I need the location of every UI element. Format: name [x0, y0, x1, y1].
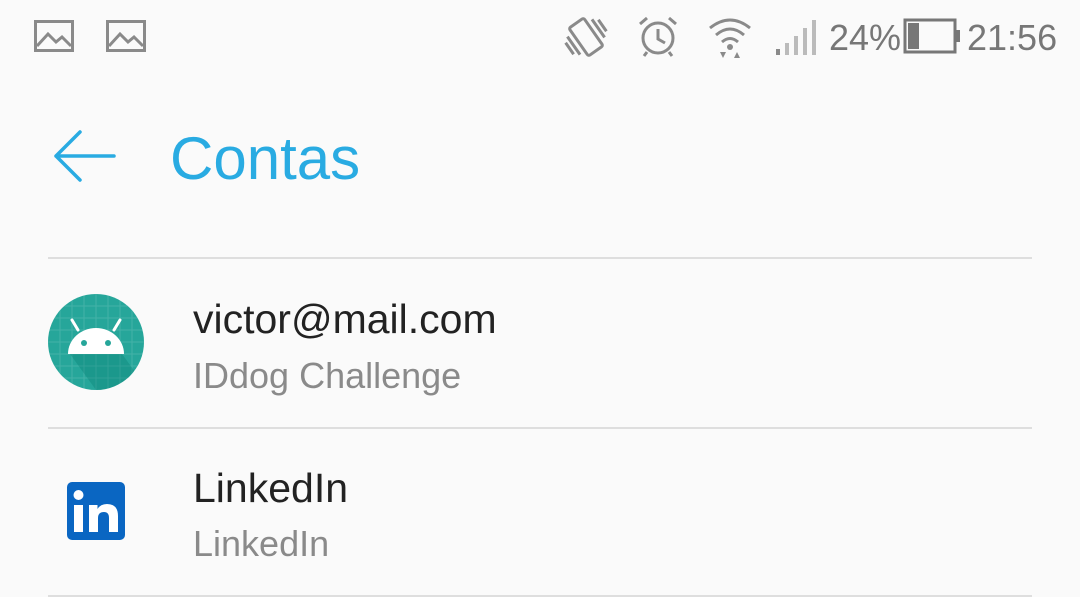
account-title: LinkedIn: [193, 465, 349, 511]
vibrate-icon: [564, 17, 608, 57]
linkedin-icon: [67, 482, 125, 540]
image-icon: [106, 20, 146, 52]
battery-icon: [903, 18, 960, 54]
alarm-icon: [639, 16, 677, 57]
account-item-linkedin[interactable]: LinkedIn LinkedIn: [0, 429, 1080, 597]
signal-icon: [776, 20, 816, 55]
screen: 24% 21:56 Contas victor@mail.com IDdog C…: [0, 0, 1080, 597]
battery-percent: 24%: [829, 17, 902, 58]
image-icon: [34, 20, 74, 52]
android-icon: [48, 294, 144, 390]
account-subtitle: IDdog Challenge: [193, 355, 462, 396]
account-subtitle: LinkedIn: [193, 523, 330, 564]
clock: 21:56: [967, 17, 1058, 58]
status-bar: 24% 21:56: [0, 0, 1080, 76]
arrow-back-icon: [54, 130, 116, 182]
back-button[interactable]: [44, 116, 128, 200]
account-item-android[interactable]: victor@mail.com IDdog Challenge: [0, 259, 1080, 427]
account-title: victor@mail.com: [193, 296, 497, 342]
wifi-icon: [709, 18, 751, 58]
page-title: Contas: [170, 125, 361, 192]
